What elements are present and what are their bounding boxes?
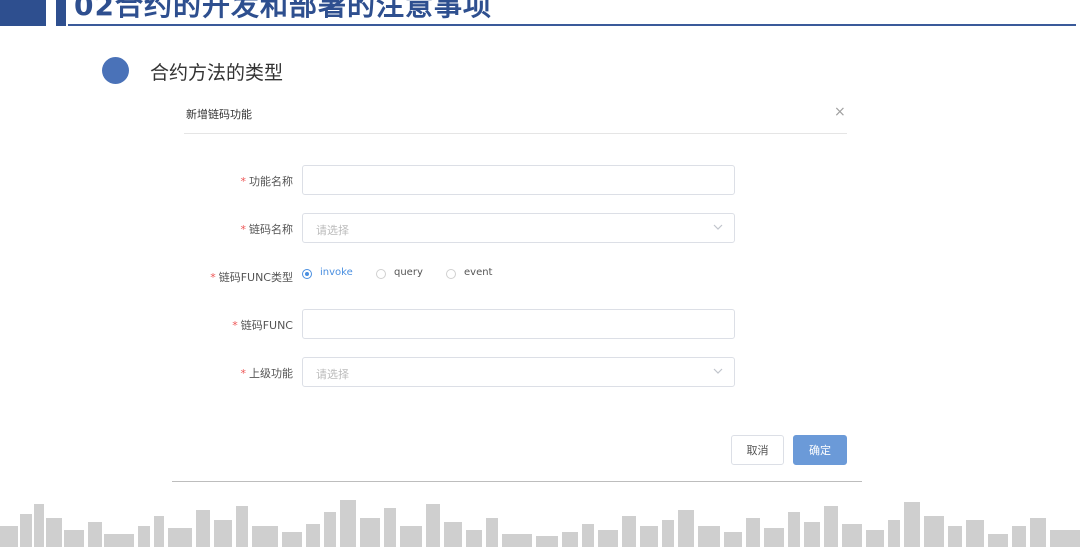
func-type-label-text: 链码FUNC类型 (218, 271, 293, 284)
function-name-label-text: 功能名称 (249, 175, 293, 188)
required-mark: * (240, 223, 247, 236)
required-mark: * (232, 319, 238, 332)
parent-function-label-text: 上级功能 (249, 367, 293, 380)
section-title: 合约方法的类型 (150, 62, 284, 84)
chevron-down-icon (713, 368, 723, 374)
cancel-button[interactable]: 取消 (731, 435, 784, 465)
chaincode-func-label-text: 链码FUNC (240, 319, 293, 332)
header-accent-bar-thin (56, 0, 66, 26)
parent-function-label: * 上级功能 (220, 365, 294, 381)
radio-unselected-icon (446, 269, 456, 279)
chaincode-func-field[interactable] (302, 309, 735, 339)
confirm-button[interactable]: 确定 (793, 435, 847, 465)
bullet-circle-icon (102, 57, 129, 84)
required-mark: * (240, 367, 247, 380)
parent-function-select[interactable]: 请选择 (302, 357, 735, 387)
radio-selected-icon (302, 269, 312, 279)
chevron-down-icon (713, 224, 723, 230)
chaincode-name-select[interactable]: 请选择 (302, 213, 735, 243)
dialog-title: 新增链码功能 (186, 108, 252, 121)
required-mark: * (240, 175, 247, 188)
chaincode-name-placeholder: 请选择 (316, 224, 349, 237)
close-icon[interactable]: × (834, 104, 846, 120)
function-name-input[interactable] (303, 166, 734, 194)
dialog-divider (184, 133, 847, 134)
required-mark: * (210, 271, 216, 284)
parent-function-placeholder: 请选择 (316, 368, 349, 381)
radio-query-label: query (394, 267, 423, 278)
header-underline (68, 24, 1076, 26)
header-accent-bar (0, 0, 46, 26)
radio-event-label: event (464, 267, 493, 278)
func-type-label: * 链码FUNC类型 (190, 269, 293, 285)
function-name-field[interactable] (302, 165, 735, 195)
radio-unselected-icon (376, 269, 386, 279)
chaincode-func-input[interactable] (303, 310, 734, 338)
slide-title: 02合约的开发和部署的注意事项 (74, 0, 492, 22)
radio-invoke-label: invoke (320, 267, 353, 278)
chaincode-name-label: * 链码名称 (220, 221, 294, 237)
bottom-divider (172, 481, 862, 482)
chaincode-name-label-text: 链码名称 (249, 223, 293, 236)
function-name-label: * 功能名称 (220, 173, 294, 189)
chaincode-func-label: * 链码FUNC (220, 317, 293, 333)
city-skyline-illustration (0, 500, 1080, 547)
